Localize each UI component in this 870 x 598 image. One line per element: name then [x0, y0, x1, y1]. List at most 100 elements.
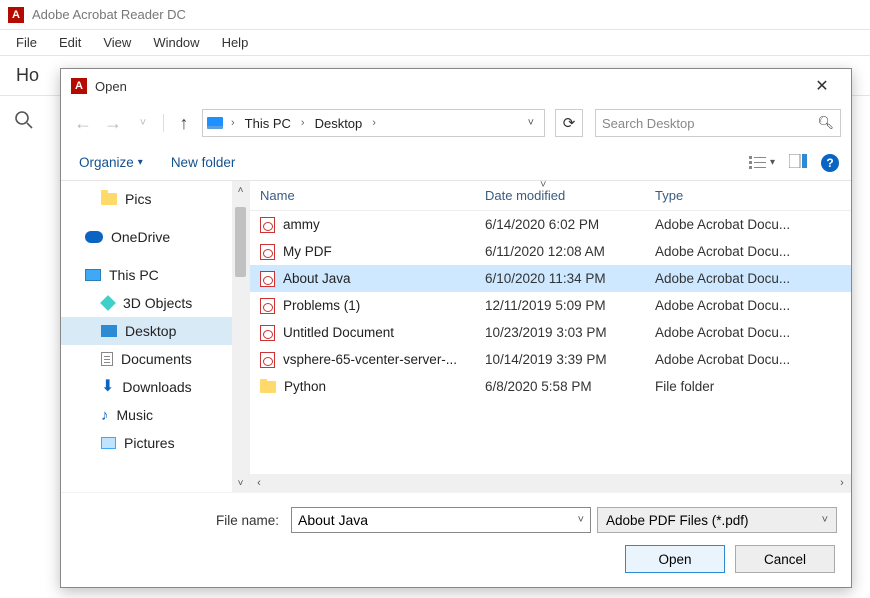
- file-name: Python: [284, 379, 326, 394]
- scroll-left-icon[interactable]: ‹: [250, 477, 268, 489]
- file-list-header: Name Date modified Type: [250, 181, 851, 211]
- file-row[interactable]: ammy6/14/2020 6:02 PMAdobe Acrobat Docu.…: [250, 211, 851, 238]
- file-row[interactable]: About Java6/10/2020 11:34 PMAdobe Acroba…: [250, 265, 851, 292]
- menu-help[interactable]: Help: [212, 33, 259, 52]
- acrobat-icon: A: [71, 78, 87, 94]
- nav-separator: [163, 114, 164, 132]
- file-type: Adobe Acrobat Docu...: [655, 325, 851, 340]
- filename-value: About Java: [298, 512, 368, 528]
- breadcrumb-root[interactable]: This PC: [243, 116, 293, 131]
- file-name: Untitled Document: [283, 325, 394, 340]
- chevron-down-icon: ˅: [822, 514, 828, 526]
- nav-forward-icon[interactable]: →: [101, 111, 125, 135]
- address-dropdown-icon[interactable]: ˅: [528, 117, 540, 129]
- tree-item-thispc[interactable]: This PC: [61, 261, 232, 289]
- file-type: Adobe Acrobat Docu...: [655, 352, 851, 367]
- tree-item-documents[interactable]: Documents: [61, 345, 232, 373]
- tree-item-pictures[interactable]: Pictures: [61, 429, 232, 457]
- pictures-icon: [101, 437, 116, 449]
- filetype-value: Adobe PDF Files (*.pdf): [606, 513, 749, 528]
- view-mode-button[interactable]: ▾: [749, 156, 775, 170]
- breadcrumb-folder[interactable]: Desktop: [313, 116, 365, 131]
- cancel-button[interactable]: Cancel: [735, 545, 835, 573]
- address-bar[interactable]: › This PC › Desktop › ˅: [202, 109, 545, 137]
- chevron-down-icon[interactable]: ˅: [578, 514, 584, 526]
- open-dialog: A Open ✕ ← → ˅ ↑ › This PC › Desktop › ˅…: [60, 68, 852, 588]
- scroll-thumb[interactable]: [235, 207, 246, 277]
- horizontal-scrollbar[interactable]: ‹ ›: [250, 474, 851, 492]
- new-folder-button[interactable]: New folder: [165, 151, 242, 174]
- tree-item-onedrive[interactable]: OneDrive: [61, 223, 232, 251]
- nav-up-icon[interactable]: ↑: [172, 111, 196, 135]
- tree-item-pics[interactable]: Pics: [61, 185, 232, 213]
- tree-item-desktop[interactable]: Desktop: [61, 317, 232, 345]
- column-type[interactable]: Type: [655, 188, 851, 203]
- nav-recent-icon[interactable]: ˅: [131, 111, 155, 135]
- file-type: File folder: [655, 379, 851, 394]
- dialog-titlebar[interactable]: A Open ✕: [61, 69, 851, 103]
- nav-back-icon[interactable]: ←: [71, 111, 95, 135]
- chevron-right-icon[interactable]: ›: [299, 117, 307, 129]
- objects3d-icon: [100, 295, 116, 311]
- file-list-panel: Name Date modified Type ammy6/14/2020 6:…: [249, 181, 851, 492]
- thispc-icon: [207, 117, 223, 129]
- close-button[interactable]: ✕: [803, 72, 841, 100]
- file-name: vsphere-65-vcenter-server-...: [283, 352, 457, 367]
- tree-scrollbar[interactable]: ˄ ˅: [232, 181, 249, 492]
- column-date[interactable]: Date modified: [485, 188, 655, 203]
- onedrive-icon: [85, 231, 103, 243]
- organize-menu[interactable]: Organize▾: [73, 151, 149, 174]
- details-view-icon: [749, 156, 767, 170]
- pdf-icon: [260, 325, 275, 341]
- search-icon[interactable]: [14, 110, 34, 130]
- app-titlebar: A Adobe Acrobat Reader DC: [0, 0, 870, 30]
- file-date: 6/8/2020 5:58 PM: [485, 379, 655, 394]
- filename-input[interactable]: About Java ˅: [291, 507, 591, 533]
- file-row[interactable]: vsphere-65-vcenter-server-... 10/14/2019 …: [250, 346, 851, 373]
- file-type: Adobe Acrobat Docu...: [655, 298, 851, 313]
- filetype-select[interactable]: Adobe PDF Files (*.pdf) ˅: [597, 507, 837, 533]
- menu-file[interactable]: File: [6, 33, 47, 52]
- search-icon[interactable]: 🔍︎: [817, 115, 834, 131]
- search-placeholder: Search Desktop: [602, 116, 817, 131]
- file-type: Adobe Acrobat Docu...: [655, 271, 851, 286]
- search-input[interactable]: Search Desktop 🔍︎: [595, 109, 841, 137]
- menu-view[interactable]: View: [93, 33, 141, 52]
- file-row[interactable]: My PDF6/11/2020 12:08 AMAdobe Acrobat Do…: [250, 238, 851, 265]
- dialog-nav: ← → ˅ ↑ › This PC › Desktop › ˅ ⟳ Search…: [61, 103, 851, 143]
- menu-window[interactable]: Window: [143, 33, 209, 52]
- menu-edit[interactable]: Edit: [49, 33, 91, 52]
- tree-item-music[interactable]: ♪Music: [61, 401, 232, 429]
- file-row[interactable]: Problems (1)12/11/2019 5:09 PMAdobe Acro…: [250, 292, 851, 319]
- file-row[interactable]: Python 6/8/2020 5:58 PMFile folder: [250, 373, 851, 400]
- scroll-up-icon[interactable]: ˄: [232, 181, 249, 199]
- preview-pane-button[interactable]: [789, 154, 807, 171]
- file-date: 10/14/2019 3:39 PM: [485, 352, 655, 367]
- file-name: Problems (1): [283, 298, 360, 313]
- column-name[interactable]: Name: [250, 188, 485, 203]
- file-date: 10/23/2019 3:03 PM: [485, 325, 655, 340]
- chevron-right-icon[interactable]: ›: [370, 117, 378, 129]
- chevron-right-icon[interactable]: ›: [229, 117, 237, 129]
- downloads-icon: ⬇: [101, 379, 114, 395]
- desktop-icon: [101, 325, 117, 337]
- chevron-down-icon: ▾: [770, 157, 775, 168]
- dialog-footer: File name: About Java ˅ Adobe PDF Files …: [61, 492, 851, 587]
- tree-item-downloads[interactable]: ⬇Downloads: [61, 373, 232, 401]
- scroll-down-icon[interactable]: ˅: [232, 474, 249, 492]
- file-date: 6/11/2020 12:08 AM: [485, 244, 655, 259]
- nav-tree: Pics OneDrive This PC 3D Objects Desktop…: [61, 181, 232, 492]
- open-button[interactable]: Open: [625, 545, 725, 573]
- chevron-down-icon: ▾: [138, 157, 143, 168]
- scroll-right-icon[interactable]: ›: [833, 477, 851, 489]
- dialog-body: Pics OneDrive This PC 3D Objects Desktop…: [61, 181, 851, 492]
- home-tab-label[interactable]: Ho: [16, 65, 39, 86]
- acrobat-icon: A: [8, 7, 24, 23]
- refresh-button[interactable]: ⟳: [555, 109, 583, 137]
- tree-item-3dobjects[interactable]: 3D Objects: [61, 289, 232, 317]
- folder-icon: [101, 193, 117, 205]
- file-row[interactable]: Untitled Document 10/23/2019 3:03 PMAdobe…: [250, 319, 851, 346]
- pdf-icon: [260, 352, 275, 368]
- dialog-toolbar: Organize▾ New folder ▾ ?: [61, 143, 851, 181]
- help-icon[interactable]: ?: [821, 154, 839, 172]
